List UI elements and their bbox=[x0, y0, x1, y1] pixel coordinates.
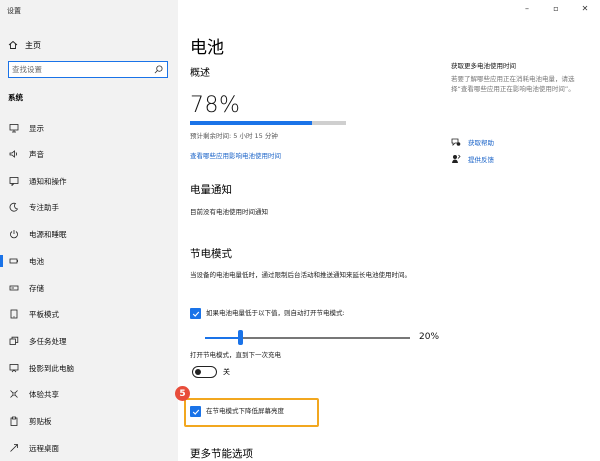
related-title: 获取更多电池使用时间 bbox=[451, 62, 516, 70]
more-options-heading: 更多节能选项 bbox=[190, 448, 253, 460]
share-icon bbox=[8, 388, 20, 400]
dim-screen-checkbox[interactable] bbox=[190, 406, 201, 417]
toggle-knob bbox=[195, 368, 201, 375]
auto-saver-label: 如果电池电量低于以下值，则自动打开节电模式: bbox=[206, 309, 345, 317]
feedback-link[interactable]: 提供反馈 bbox=[451, 153, 494, 165]
sidebar-item-storage[interactable]: 存储 bbox=[0, 277, 178, 299]
sound-icon bbox=[8, 148, 20, 160]
sidebar-item-label: 通知和操作 bbox=[29, 176, 67, 186]
battery-icon bbox=[8, 255, 20, 267]
sidebar-item-label: 电源和睡眠 bbox=[29, 229, 67, 239]
battery-saver-heading: 节电模式 bbox=[190, 248, 232, 260]
sidebar-item-multitasking[interactable]: 多任务处理 bbox=[0, 330, 178, 352]
help-icon bbox=[451, 138, 461, 146]
sidebar-item-sound[interactable]: 声音 bbox=[0, 143, 178, 165]
overview-heading: 概述 bbox=[190, 68, 210, 79]
battery-saver-desc: 当设备的电池电量低时，通过限制后台活动和推送通知来延长电池使用时间。 bbox=[190, 271, 411, 279]
sidebar-item-label: 多任务处理 bbox=[29, 336, 67, 346]
sidebar-item-clipboard[interactable]: 剪贴板 bbox=[0, 410, 178, 432]
sidebar-item-shared-experience[interactable]: 体验共享 bbox=[0, 383, 178, 405]
close-button[interactable]: ✕ bbox=[578, 4, 592, 13]
sidebar-item-project[interactable]: 投影到此电脑 bbox=[0, 357, 178, 379]
get-help-link[interactable]: 获取帮助 bbox=[451, 136, 494, 148]
sidebar-item-remote-desktop[interactable]: 远程桌面 bbox=[0, 437, 178, 459]
sidebar-item-power-sleep[interactable]: 电源和睡眠 bbox=[0, 223, 178, 245]
battery-level-bar bbox=[190, 121, 346, 125]
minimize-button[interactable]: – bbox=[520, 4, 534, 13]
sidebar-item-label: 剪贴板 bbox=[29, 416, 52, 426]
sidebar-item-tablet-mode[interactable]: 平板模式 bbox=[0, 303, 178, 325]
notification-icon bbox=[8, 175, 20, 187]
sidebar-item-battery[interactable]: 电池 bbox=[0, 250, 178, 272]
threshold-slider-thumb[interactable] bbox=[238, 330, 243, 345]
clipboard-icon bbox=[8, 415, 20, 427]
feedback-icon bbox=[452, 154, 461, 163]
sidebar-item-display[interactable]: 显示 bbox=[0, 117, 178, 139]
maximize-button[interactable]: ▫ bbox=[549, 4, 563, 13]
sidebar-item-notifications[interactable]: 通知和操作 bbox=[0, 170, 178, 192]
step-badge: 5 bbox=[175, 386, 190, 401]
sidebar-item-label: 声音 bbox=[29, 149, 44, 159]
remote-icon bbox=[8, 442, 20, 454]
search-box[interactable] bbox=[8, 61, 168, 78]
sidebar-item-label: 投影到此电脑 bbox=[29, 363, 74, 373]
page-title: 电池 bbox=[190, 38, 224, 58]
get-help-label: 获取帮助 bbox=[468, 139, 494, 147]
battery-level-fill bbox=[190, 121, 312, 125]
threshold-value: 20% bbox=[419, 332, 440, 342]
tablet-icon bbox=[8, 308, 20, 320]
dim-screen-label: 在节电模式下降低屏幕亮度 bbox=[206, 407, 284, 415]
sidebar-home-label: 主页 bbox=[25, 40, 41, 50]
sidebar-section-system: 系统 bbox=[8, 93, 23, 102]
moon-icon bbox=[8, 201, 20, 213]
notifications-heading: 电量通知 bbox=[190, 184, 232, 196]
sidebar: 设置 主页 系统 显示 声音 通知和操作 专注助手 电源和睡眠 电池 存储 平板… bbox=[0, 0, 178, 461]
auto-saver-checkbox[interactable] bbox=[190, 308, 201, 319]
home-icon bbox=[8, 40, 18, 49]
sidebar-item-label: 体验共享 bbox=[29, 389, 59, 399]
app-usage-link[interactable]: 查看哪些应用影响电池使用时间 bbox=[190, 150, 281, 160]
sidebar-item-label: 存储 bbox=[29, 283, 44, 293]
sidebar-item-label: 专注助手 bbox=[29, 202, 59, 212]
search-icon bbox=[154, 65, 163, 74]
sidebar-home[interactable]: 主页 bbox=[8, 38, 41, 52]
power-icon bbox=[8, 228, 20, 240]
sidebar-item-label: 显示 bbox=[29, 123, 44, 133]
project-icon bbox=[8, 362, 20, 374]
sidebar-item-label: 远程桌面 bbox=[29, 443, 59, 453]
display-icon bbox=[8, 122, 20, 134]
threshold-slider-fill bbox=[205, 337, 241, 339]
check-icon bbox=[192, 311, 199, 317]
sidebar-item-label: 平板模式 bbox=[29, 309, 59, 319]
remaining-time: 预计剩余时间: 5 小时 15 分钟 bbox=[190, 132, 278, 140]
toggle-state-label: 关 bbox=[223, 368, 230, 376]
sidebar-item-focus-assist[interactable]: 专注助手 bbox=[0, 196, 178, 218]
sidebar-item-label: 电池 bbox=[29, 256, 44, 266]
feedback-label: 提供反馈 bbox=[468, 156, 494, 164]
related-text: 若要了解哪些应用正在消耗电池电量，请选择“查看哪些应用正在影响电池使用时间”。 bbox=[451, 75, 575, 93]
search-input[interactable] bbox=[12, 63, 150, 76]
notifications-text: 目前没有电池使用时间通知 bbox=[190, 208, 268, 216]
battery-percent: 78% bbox=[190, 93, 241, 118]
battery-saver-toggle[interactable] bbox=[192, 366, 217, 378]
saver-toggle-caption: 打开节电模式，直到下一次充电 bbox=[190, 351, 281, 359]
check-icon bbox=[192, 409, 199, 415]
app-title: 设置 bbox=[7, 7, 21, 15]
storage-icon bbox=[8, 282, 20, 294]
multitask-icon bbox=[8, 335, 20, 347]
